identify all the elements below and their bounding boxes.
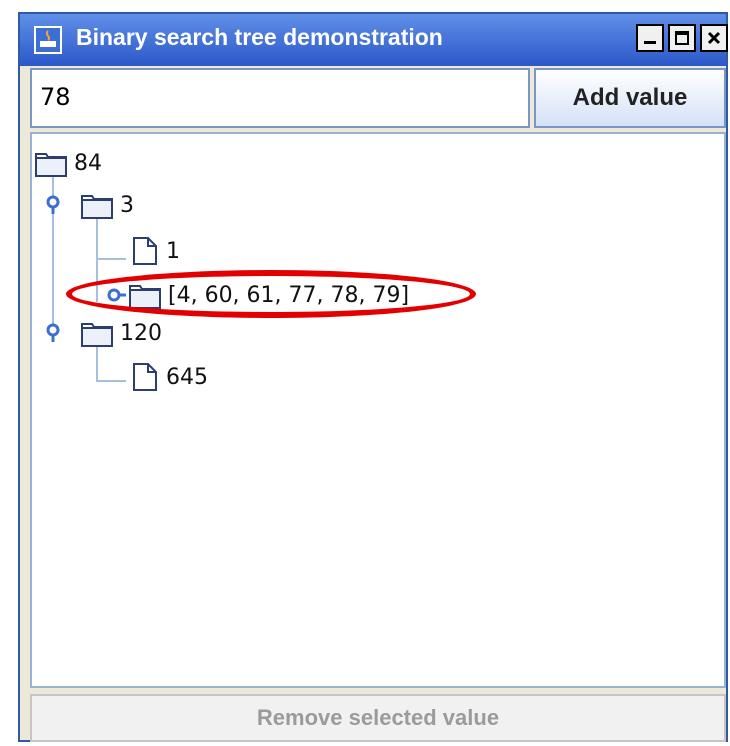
file-icon: [133, 237, 157, 265]
maximize-button[interactable]: [668, 24, 696, 52]
tree-node-120[interactable]: 120: [80, 318, 162, 348]
add-value-button[interactable]: Add value: [534, 68, 726, 128]
window-title: Binary search tree demonstration: [76, 24, 443, 50]
file-icon: [133, 363, 157, 391]
tree-node-label: 120: [120, 320, 162, 346]
remove-selected-button[interactable]: Remove selected value: [30, 694, 726, 742]
tree-leaf-1[interactable]: 1: [126, 236, 180, 266]
tree-node-label: 3: [120, 192, 134, 218]
app-window: Binary search tree demonstration Add val…: [18, 12, 728, 742]
close-button[interactable]: [700, 24, 728, 52]
collapse-handle-icon[interactable]: [42, 322, 64, 344]
folder-icon: [81, 323, 113, 347]
tree-node-3[interactable]: 3: [80, 190, 134, 220]
folder-icon: [35, 153, 67, 177]
tree-node-label: 84: [74, 150, 102, 176]
tree-leaf-645[interactable]: 645: [126, 362, 208, 392]
tree-connector-645: [96, 380, 126, 382]
tree-connector-1: [96, 258, 126, 260]
tree-node-84[interactable]: 84: [34, 148, 102, 178]
highlight-annotation-ellipse: [66, 270, 476, 318]
tree-panel[interactable]: 84 3 1 [4, 60, 61, 77, 78, 79] 120 645: [30, 132, 726, 688]
collapse-handle-icon[interactable]: [42, 194, 64, 216]
java-app-icon: [34, 26, 62, 54]
title-bar[interactable]: Binary search tree demonstration: [20, 14, 728, 66]
minimize-icon: [644, 41, 656, 44]
value-input[interactable]: [38, 70, 522, 124]
tree-node-label: 1: [166, 238, 180, 264]
value-input-field[interactable]: [30, 68, 530, 128]
close-icon: [707, 31, 721, 45]
maximize-icon: [675, 31, 689, 45]
folder-icon: [81, 195, 113, 219]
tree-node-label: 645: [166, 364, 208, 390]
minimize-button[interactable]: [636, 24, 664, 52]
